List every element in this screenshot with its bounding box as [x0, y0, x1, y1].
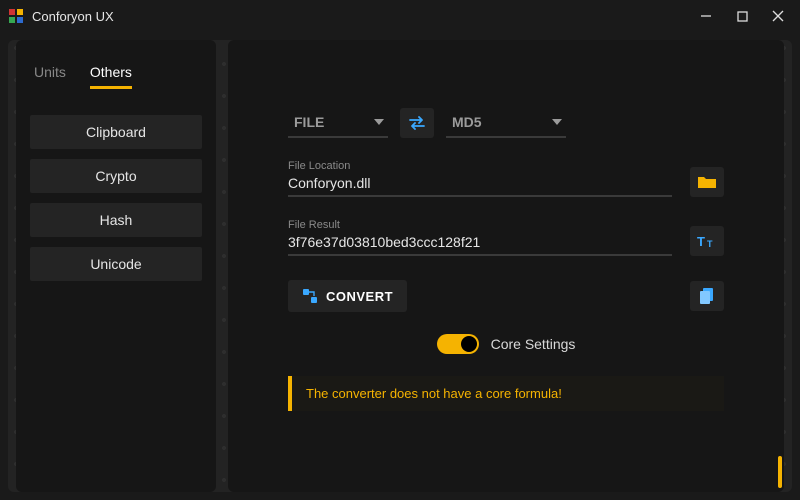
window-minimize-button[interactable]	[688, 2, 724, 30]
file-location-row: File Location Conforyon.dll	[288, 160, 724, 197]
sidebar-items: Clipboard Crypto Hash Unicode	[30, 115, 202, 281]
text-icon: T T	[697, 233, 717, 249]
source-type-label: FILE	[294, 114, 324, 130]
swap-icon	[408, 116, 426, 130]
window-close-button[interactable]	[760, 2, 796, 30]
tab-units[interactable]: Units	[34, 58, 66, 89]
file-result-field[interactable]: File Result 3f76e37d03810bed3ccc128f21	[288, 219, 672, 256]
close-icon	[772, 10, 784, 22]
file-location-label: File Location	[288, 160, 672, 172]
file-result-row: File Result 3f76e37d03810bed3ccc128f21 T…	[288, 219, 724, 256]
minimize-icon	[700, 10, 712, 22]
main-panel: FILE MD5 File Location C	[228, 40, 784, 492]
app-window: Conforyon UX Units Others Clipboard Cryp…	[0, 0, 800, 500]
text-format-button[interactable]: T T	[690, 226, 724, 256]
file-result-value: 3f76e37d03810bed3ccc128f21	[288, 234, 672, 250]
core-settings-toggle[interactable]	[437, 334, 479, 354]
file-location-field[interactable]: File Location Conforyon.dll	[288, 160, 672, 197]
app-body: Units Others Clipboard Crypto Hash Unico…	[0, 32, 800, 500]
browse-file-button[interactable]	[690, 167, 724, 197]
warning-text: The converter does not have a core formu…	[306, 386, 562, 401]
file-location-value: Conforyon.dll	[288, 175, 672, 191]
target-type-label: MD5	[452, 114, 482, 130]
svg-text:T: T	[697, 234, 705, 249]
core-settings-row: Core Settings	[288, 334, 724, 354]
core-settings-label: Core Settings	[491, 336, 576, 352]
folder-icon	[697, 174, 717, 190]
sidebar-item-hash[interactable]: Hash	[30, 203, 202, 237]
convert-icon	[302, 288, 318, 304]
maximize-icon	[737, 11, 748, 22]
convert-label: CONVERT	[326, 289, 393, 304]
toggle-knob	[461, 336, 477, 352]
chevron-down-icon	[374, 119, 384, 125]
app-title: Conforyon UX	[32, 9, 688, 24]
sidebar-item-clipboard[interactable]: Clipboard	[30, 115, 202, 149]
convert-row: CONVERT	[288, 280, 724, 312]
file-result-label: File Result	[288, 219, 672, 231]
swap-button[interactable]	[400, 108, 434, 138]
target-type-dropdown[interactable]: MD5	[446, 108, 566, 138]
svg-text:T: T	[707, 239, 713, 249]
sidebar-item-crypto[interactable]: Crypto	[30, 159, 202, 193]
chevron-down-icon	[552, 119, 562, 125]
source-type-dropdown[interactable]: FILE	[288, 108, 388, 138]
sidebar-tabs: Units Others	[30, 58, 202, 97]
copy-button[interactable]	[690, 281, 724, 311]
copy-icon	[699, 287, 715, 305]
convert-button[interactable]: CONVERT	[288, 280, 407, 312]
titlebar: Conforyon UX	[0, 0, 800, 32]
warning-banner: The converter does not have a core formu…	[288, 376, 724, 411]
sidebar: Units Others Clipboard Crypto Hash Unico…	[16, 40, 216, 492]
tab-others[interactable]: Others	[90, 58, 132, 89]
window-maximize-button[interactable]	[724, 2, 760, 30]
app-icon	[8, 8, 24, 24]
scrollbar-thumb[interactable]	[778, 456, 782, 488]
sidebar-item-unicode[interactable]: Unicode	[30, 247, 202, 281]
conversion-row: FILE MD5	[288, 108, 724, 138]
